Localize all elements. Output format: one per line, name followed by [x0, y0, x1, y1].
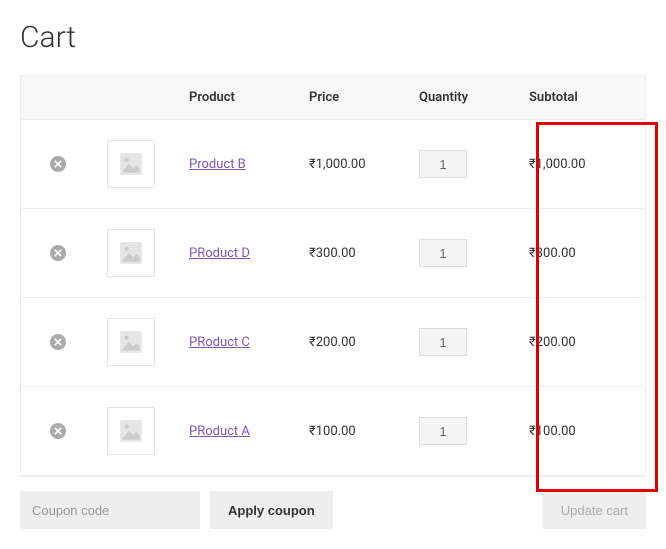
product-price: ₹1,000.00	[301, 120, 411, 209]
coupon-input[interactable]	[20, 491, 200, 529]
table-row: Product B ₹1,000.00 ₹1,000.00	[21, 120, 645, 209]
product-subtotal: ₹300.00	[521, 209, 645, 298]
quantity-input[interactable]	[419, 150, 467, 178]
product-thumbnail[interactable]	[107, 140, 155, 188]
product-subtotal: ₹1,000.00	[521, 120, 645, 209]
product-price: ₹100.00	[301, 387, 411, 476]
close-icon	[54, 338, 62, 346]
product-price: ₹300.00	[301, 209, 411, 298]
product-thumbnail[interactable]	[107, 318, 155, 366]
quantity-input[interactable]	[419, 239, 467, 267]
product-thumbnail[interactable]	[107, 407, 155, 455]
placeholder-image-icon	[118, 240, 144, 266]
close-icon	[54, 249, 62, 257]
product-price: ₹200.00	[301, 298, 411, 387]
apply-coupon-button[interactable]: Apply coupon	[210, 491, 333, 529]
table-row: PRoduct C ₹200.00 ₹200.00	[21, 298, 645, 387]
product-link[interactable]: PRoduct D	[189, 246, 250, 261]
close-icon	[54, 427, 62, 435]
remove-item-button[interactable]	[50, 334, 66, 350]
quantity-input[interactable]	[419, 417, 467, 445]
header-thumbnail	[81, 76, 181, 120]
remove-item-button[interactable]	[50, 156, 66, 172]
quantity-input[interactable]	[419, 328, 467, 356]
product-subtotal: ₹100.00	[521, 387, 645, 476]
cart-footer: Apply coupon Update cart	[20, 491, 646, 529]
close-icon	[54, 160, 62, 168]
placeholder-image-icon	[118, 151, 144, 177]
cart-table-wrapper: Product Price Quantity Subtotal Produ	[20, 75, 646, 477]
remove-item-button[interactable]	[50, 423, 66, 439]
page-title: Cart	[20, 20, 646, 55]
product-link[interactable]: Product B	[189, 157, 246, 172]
product-thumbnail[interactable]	[107, 229, 155, 277]
header-price: Price	[301, 76, 411, 120]
table-row: PRoduct A ₹100.00 ₹100.00	[21, 387, 645, 476]
product-subtotal: ₹200.00	[521, 298, 645, 387]
header-subtotal: Subtotal	[521, 76, 645, 120]
remove-item-button[interactable]	[50, 245, 66, 261]
placeholder-image-icon	[118, 329, 144, 355]
header-quantity: Quantity	[411, 76, 521, 120]
placeholder-image-icon	[118, 418, 144, 444]
product-link[interactable]: PRoduct A	[189, 424, 250, 439]
update-cart-button[interactable]: Update cart	[543, 491, 646, 529]
cart-table: Product Price Quantity Subtotal Produ	[21, 76, 645, 476]
header-product: Product	[181, 76, 301, 120]
product-link[interactable]: PRoduct C	[189, 335, 250, 350]
header-remove	[21, 76, 81, 120]
table-row: PRoduct D ₹300.00 ₹300.00	[21, 209, 645, 298]
